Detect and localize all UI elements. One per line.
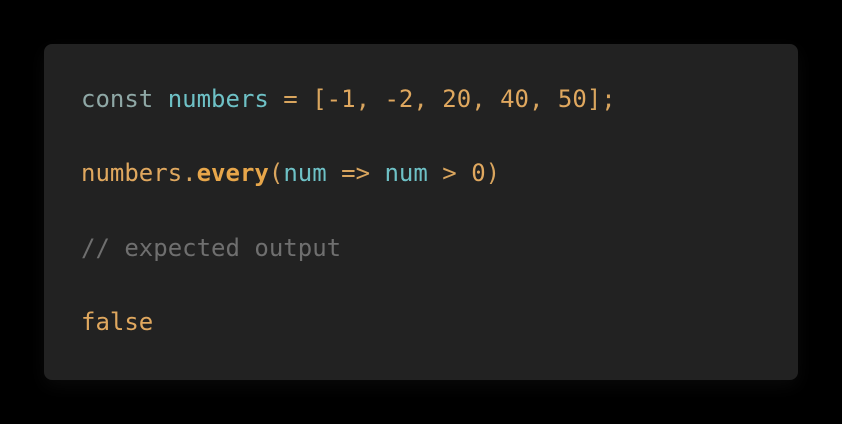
code-line-declaration: const numbers = [-1, -2, 20, 40, 50];: [81, 82, 616, 116]
comma-separator: ,: [529, 85, 558, 113]
assign-operator: =: [268, 85, 313, 113]
comma-separator: ,: [413, 85, 443, 113]
comma-separator: ,: [471, 85, 501, 113]
code-line-result: false: [81, 305, 153, 339]
false-result: false: [81, 308, 154, 336]
expected-output-comment: // expected output: [81, 234, 342, 262]
array-value-3: 20: [442, 85, 472, 113]
num-parameter: num: [283, 159, 327, 187]
array-value-4: 40: [500, 85, 530, 113]
greater-than-operator: >: [427, 159, 472, 187]
close-paren: ): [485, 159, 501, 187]
array-value-5: 50: [557, 85, 587, 113]
num-reference: num: [384, 159, 428, 187]
semicolon: ;: [601, 85, 616, 113]
array-value-2: -2: [384, 85, 414, 113]
close-bracket: ]: [586, 85, 602, 113]
const-keyword: const: [81, 85, 154, 113]
code-line-comment: // expected output: [81, 231, 341, 265]
numbers-identifier: numbers: [167, 85, 269, 113]
zero-literal: 0: [471, 159, 486, 187]
code-line-every-call: numbers.every(num => num > 0): [81, 156, 500, 190]
comma-separator: ,: [355, 85, 385, 113]
arrow-operator: =>: [326, 159, 385, 187]
numbers-object: numbers: [81, 159, 183, 187]
array-value-1: -1: [326, 85, 356, 113]
every-method: every: [196, 159, 269, 187]
open-paren: (: [268, 159, 284, 187]
open-bracket: [: [312, 85, 327, 113]
member-dot: .: [182, 159, 197, 187]
